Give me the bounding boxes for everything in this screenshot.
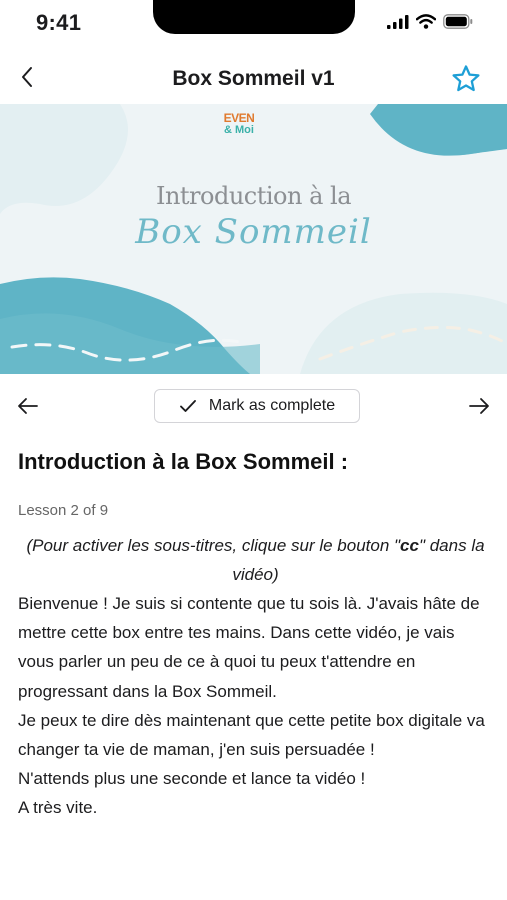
lesson-content: Introduction à la Box Sommeil : Lesson 2… xyxy=(18,448,493,823)
subtitle-note-cc: cc xyxy=(400,536,419,555)
brand-logo: EVEN & Moi xyxy=(221,112,257,136)
status-time: 9:41 xyxy=(36,10,82,35)
video-title: Introduction à la xyxy=(155,182,352,210)
lesson-paragraph: N'attends plus une seconde et lance ta v… xyxy=(18,769,366,789)
favorite-button[interactable] xyxy=(449,62,483,96)
device-notch xyxy=(153,0,355,34)
logo-text-line2: & Moi xyxy=(224,124,254,136)
status-bar: 9:41 xyxy=(0,0,507,50)
status-icons xyxy=(387,14,473,29)
wifi-icon xyxy=(416,14,436,29)
signal-icon xyxy=(387,14,409,29)
lesson-paragraph: Bienvenue ! Je suis si contente que tu s… xyxy=(18,594,480,701)
checkmark-icon xyxy=(179,400,196,412)
subtitle-instruction: (Pour activer les sous-titres, clique su… xyxy=(18,531,493,589)
lesson-progress: Lesson 2 of 9 xyxy=(18,502,109,519)
lesson-controls: Mark as complete xyxy=(0,388,507,424)
battery-icon xyxy=(443,14,473,29)
lesson-heading: Introduction à la Box Sommeil : xyxy=(18,449,349,474)
mark-complete-label: Mark as complete xyxy=(208,397,336,414)
page-title: Box Sommeil v1 xyxy=(172,67,335,90)
arrow-right-icon xyxy=(469,398,489,414)
arrow-left-icon xyxy=(18,398,38,414)
star-outline-icon xyxy=(452,65,480,92)
previous-lesson-button[interactable] xyxy=(14,392,42,420)
lesson-paragraph: A très vite. xyxy=(18,798,98,818)
video-script-title: Box Sommeil xyxy=(135,212,372,252)
mark-complete-button[interactable]: Mark as complete xyxy=(154,389,360,423)
nav-bar: Box Sommeil v1 xyxy=(0,52,507,104)
subtitle-note-start: (Pour activer les sous-titres, clique su… xyxy=(26,536,401,555)
lesson-video[interactable]: EVEN & Moi Introduction à la Box Sommeil xyxy=(0,104,507,374)
lesson-body: Bienvenue ! Je suis si contente que tu s… xyxy=(18,589,493,823)
logo-text-line1: EVEN xyxy=(223,111,255,125)
lesson-paragraph: Je peux te dire dès maintenant que cette… xyxy=(18,710,485,760)
next-lesson-button[interactable] xyxy=(465,392,493,420)
